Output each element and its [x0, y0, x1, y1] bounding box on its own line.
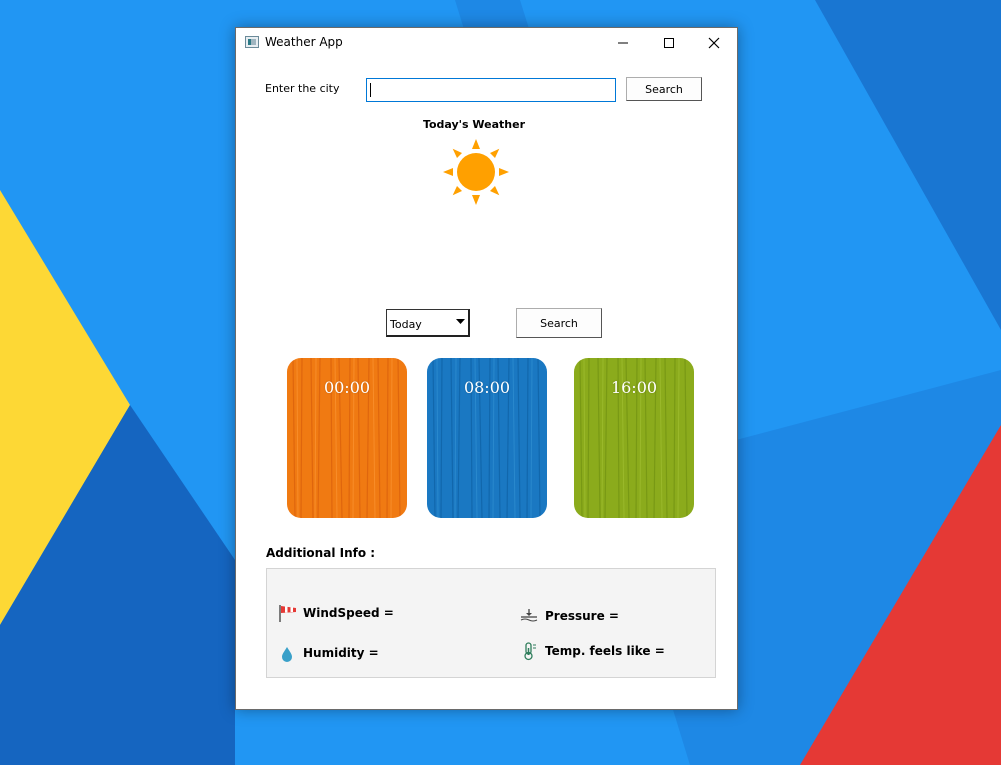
pressure-icon	[519, 606, 539, 626]
additional-info-heading: Additional Info :	[266, 546, 376, 560]
feels-like-label: Temp. feels like =	[545, 644, 665, 658]
windspeed-label: WindSpeed =	[303, 606, 394, 620]
card-time-label: 00:00	[323, 378, 371, 397]
chevron-down-icon	[456, 319, 465, 324]
thermometer-icon	[519, 641, 539, 661]
close-button[interactable]	[691, 28, 737, 58]
card-time-label: 08:00	[463, 378, 511, 397]
city-search-button[interactable]: Search	[626, 77, 702, 101]
text-caret	[370, 83, 371, 97]
forecast-search-button[interactable]: Search	[516, 308, 602, 338]
card-time-label: 16:00	[610, 378, 658, 397]
day-dropdown-value: Today	[390, 318, 422, 331]
city-input[interactable]	[366, 78, 616, 102]
additional-info-panel: WindSpeed = Humidity = Pressure = Temp. …	[266, 568, 716, 678]
close-icon	[708, 37, 720, 49]
window-title: Weather App	[265, 35, 343, 49]
day-dropdown[interactable]: Today	[386, 309, 470, 337]
windspeed-item: WindSpeed =	[277, 603, 394, 623]
maximize-button[interactable]	[646, 28, 692, 58]
humidity-item: Humidity =	[277, 643, 379, 663]
forecast-card-0000: 00:00	[287, 358, 407, 518]
forecast-card-1600: 16:00	[574, 358, 694, 518]
sun-icon	[443, 139, 509, 205]
windsock-icon	[277, 603, 297, 623]
minimize-icon	[618, 42, 628, 44]
forecast-card-0800: 08:00	[427, 358, 547, 518]
app-window: Weather App Enter the city Search Today'…	[235, 27, 738, 710]
todays-weather-heading: Today's Weather	[422, 118, 526, 131]
city-label: Enter the city	[265, 82, 340, 95]
water-drop-icon	[277, 643, 297, 663]
maximize-icon	[664, 38, 674, 48]
app-icon	[245, 36, 259, 48]
feels-like-item: Temp. feels like =	[519, 641, 665, 661]
pressure-item: Pressure =	[519, 606, 619, 626]
humidity-label: Humidity =	[303, 646, 379, 660]
pressure-label: Pressure =	[545, 609, 619, 623]
minimize-button[interactable]	[600, 28, 646, 58]
title-bar[interactable]: Weather App	[236, 28, 737, 58]
